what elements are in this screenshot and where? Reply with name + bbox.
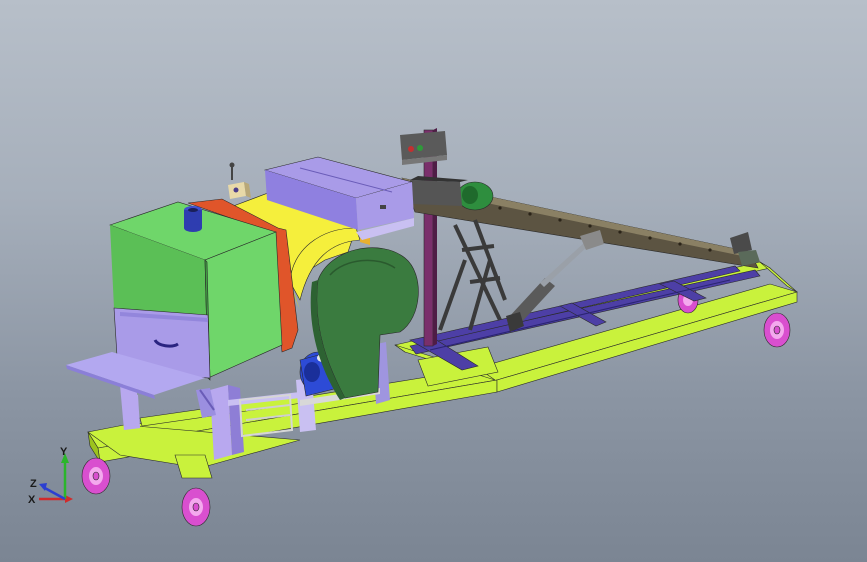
top-fixture[interactable]	[228, 162, 251, 200]
gearbox	[410, 180, 462, 206]
machine-assembly[interactable]	[0, 0, 867, 562]
indicator-light-green	[417, 145, 423, 151]
wheel-rear-right	[763, 312, 791, 348]
y-axis-label: Y	[60, 446, 68, 458]
z-axis-line	[42, 485, 66, 501]
wheel-front-left	[81, 457, 111, 495]
x-axis-label: X	[28, 494, 36, 506]
control-box	[400, 131, 447, 160]
z-axis-label: Z	[30, 478, 37, 490]
scissor-linkage[interactable]	[438, 219, 507, 331]
frame-right-side	[496, 291, 798, 393]
wheel-front-right	[181, 487, 211, 527]
model-viewport[interactable]: Y Z X	[0, 0, 867, 562]
conveyor-end-roller	[730, 232, 752, 254]
inclined-conveyor[interactable]	[401, 176, 760, 269]
indicator-light-red	[408, 146, 414, 152]
